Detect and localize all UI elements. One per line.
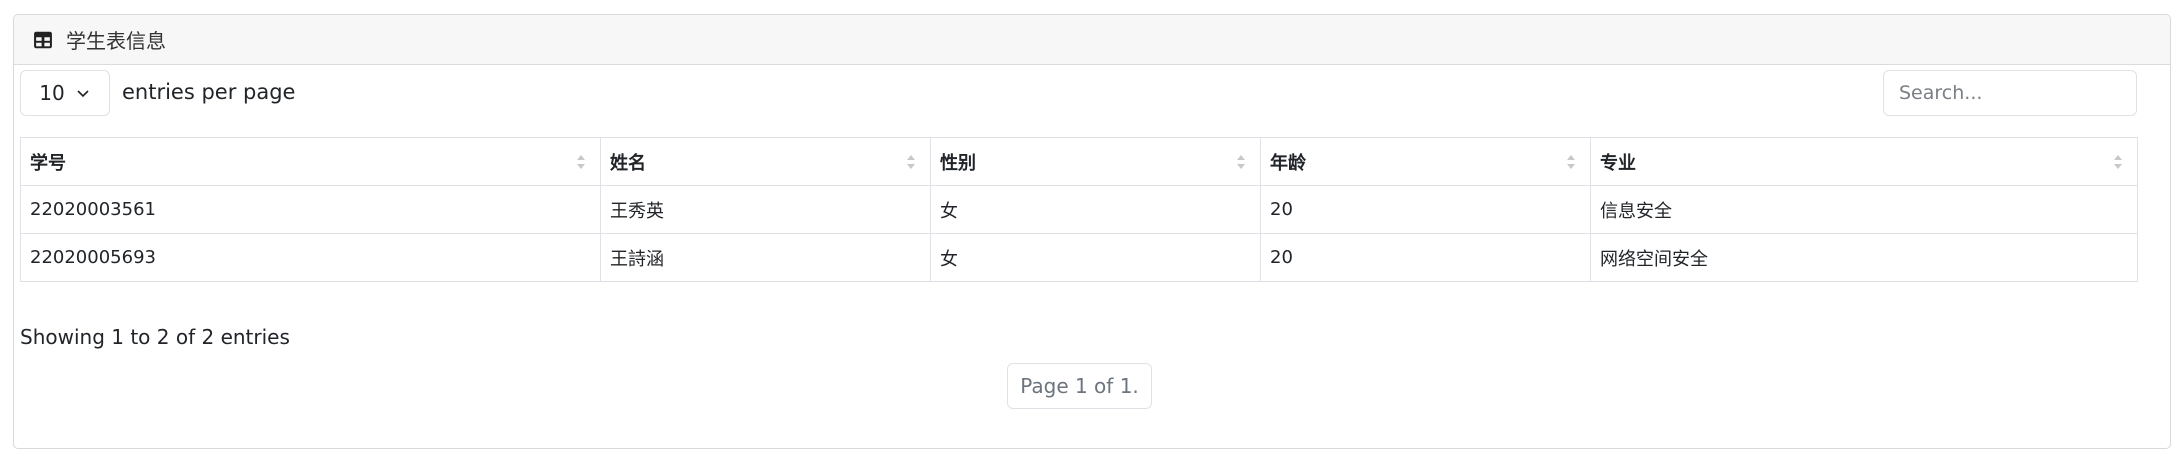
cell-student-id: 22020003561: [20, 185, 601, 234]
table-header-row: 学号 姓名 性别 年龄 专业: [20, 137, 2138, 186]
table-row: 22020003561 王秀英 女 20 信息安全: [20, 185, 2138, 234]
cell-name: 王詩涵: [600, 233, 931, 282]
column-header-major[interactable]: 专业: [1590, 137, 2138, 186]
table-icon: [34, 31, 52, 48]
cell-name: 王秀英: [600, 185, 931, 234]
cell-gender: 女: [930, 185, 1261, 234]
cell-age: 20: [1260, 233, 1591, 282]
card-header: 学生表信息: [14, 15, 2170, 65]
cell-gender: 女: [930, 233, 1261, 282]
sort-icon: [1237, 154, 1245, 169]
cell-major: 网络空间安全: [1590, 233, 2138, 282]
column-header-gender[interactable]: 性别: [930, 137, 1261, 186]
sort-icon: [577, 154, 585, 169]
student-table: 学号 姓名 性别 年龄 专业 22020003561 王秀英 女 20 信息安全…: [20, 137, 2138, 282]
search-input[interactable]: [1883, 70, 2137, 116]
column-header-age[interactable]: 年龄: [1260, 137, 1591, 186]
column-header-student-id[interactable]: 学号: [20, 137, 601, 186]
sort-icon: [907, 154, 915, 169]
chevron-down-icon: [77, 90, 89, 98]
sort-icon: [2114, 154, 2122, 169]
per-page-value: 10: [39, 81, 65, 105]
pagination-indicator: Page 1 of 1.: [1007, 363, 1152, 409]
cell-major: 信息安全: [1590, 185, 2138, 234]
per-page-label: entries per page: [122, 80, 296, 104]
column-header-name[interactable]: 姓名: [600, 137, 931, 186]
card-title: 学生表信息: [66, 29, 166, 53]
entries-summary: Showing 1 to 2 of 2 entries: [20, 325, 290, 349]
table-row: 22020005693 王詩涵 女 20 网络空间安全: [20, 233, 2138, 282]
cell-age: 20: [1260, 185, 1591, 234]
cell-student-id: 22020005693: [20, 233, 601, 282]
sort-icon: [1567, 154, 1575, 169]
entries-per-page-select[interactable]: 10: [20, 70, 110, 116]
